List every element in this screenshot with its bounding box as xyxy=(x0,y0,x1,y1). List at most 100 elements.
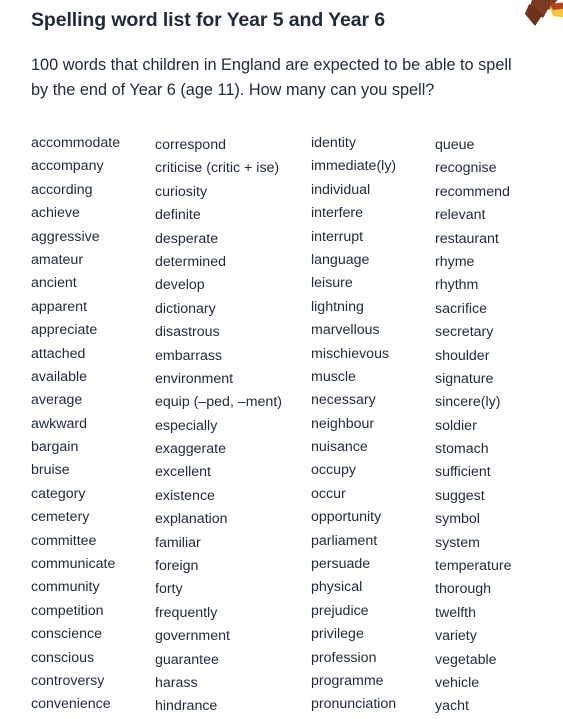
word-item: awkward xyxy=(31,415,87,432)
spelling-word-list: accommodate accompany according achieve aggr… xyxy=(0,132,563,719)
word-item: communicate xyxy=(31,556,116,573)
word-item: attached xyxy=(31,345,86,362)
word-item: pronunciation xyxy=(311,696,397,713)
word-item: achieve xyxy=(31,205,80,222)
word-item: definite xyxy=(155,207,201,224)
word-item: according xyxy=(31,181,93,198)
word-item: determined xyxy=(155,253,226,270)
word-item: profession xyxy=(311,649,377,666)
word-item: parliament xyxy=(311,532,378,549)
word-item: curiosity xyxy=(155,183,208,200)
word-item: accompany xyxy=(31,158,104,175)
page-subtitle: 100 words that children in England are e… xyxy=(31,56,512,99)
word-item: environment xyxy=(155,370,234,387)
word-item: amateur xyxy=(31,251,84,268)
word-item: category xyxy=(31,485,86,502)
word-item: lightning xyxy=(311,298,364,315)
word-item: soldier xyxy=(435,417,477,434)
word-item: neighbour xyxy=(311,415,375,432)
word-item: suggest xyxy=(435,487,485,504)
word-item: especially xyxy=(155,417,218,434)
word-item: cemetery xyxy=(31,509,90,526)
word-item: government xyxy=(155,628,230,645)
word-column-3: identity immediate(ly) individual interfere… xyxy=(311,132,435,719)
word-item: explanation xyxy=(155,511,228,528)
word-item: guarantee xyxy=(155,651,219,668)
word-item: symbol xyxy=(435,511,480,528)
word-item: correspond xyxy=(155,137,226,153)
word-item: twelfth xyxy=(435,604,477,621)
word-item: occur xyxy=(311,485,346,502)
word-item: foreign xyxy=(155,558,199,575)
word-item: equip (–ped, –ment) xyxy=(155,394,282,411)
word-item: desperate xyxy=(155,230,219,247)
word-item: system xyxy=(435,534,480,551)
word-item: ancient xyxy=(31,275,77,292)
word-item: sincere(ly) xyxy=(435,394,501,411)
word-item: yacht xyxy=(435,698,469,715)
word-item: individual xyxy=(311,181,371,198)
word-item: vehicle xyxy=(435,674,480,691)
page-header: Spelling word list for Year 5 and Year 6… xyxy=(0,0,563,102)
word-item: identity xyxy=(311,135,356,151)
word-item: rhythm xyxy=(435,277,479,294)
word-item: privilege xyxy=(311,626,364,643)
word-item: familiar xyxy=(155,534,201,551)
word-item: language xyxy=(311,251,370,268)
word-item: conscience xyxy=(31,626,102,643)
word-item: vegetable xyxy=(435,651,497,668)
word-item: programme xyxy=(311,672,384,689)
word-item: signature xyxy=(435,370,494,387)
word-item: leisure xyxy=(311,275,353,292)
word-item: harass xyxy=(155,674,198,691)
word-item: immediate(ly) xyxy=(311,158,397,175)
word-item: frequently xyxy=(155,604,218,621)
word-item: community xyxy=(31,579,100,596)
word-item: necessary xyxy=(311,392,376,409)
word-item: disastrous xyxy=(155,324,220,341)
word-item: forty xyxy=(155,581,183,598)
word-column-1: accommodate accompany according achieve aggr… xyxy=(31,132,155,719)
word-item: marvellous xyxy=(311,322,380,339)
word-item: criticise (critic + ise) xyxy=(155,160,280,177)
word-item: aggressive xyxy=(31,228,100,245)
word-item: interfere xyxy=(311,205,364,222)
word-item: restaurant xyxy=(435,230,499,247)
word-item: persuade xyxy=(311,556,371,573)
word-item: occupy xyxy=(311,462,356,479)
word-item: muscle xyxy=(311,368,356,385)
word-item: queue xyxy=(435,137,475,153)
word-item: embarrass xyxy=(155,347,223,364)
word-item: controversy xyxy=(31,672,105,689)
word-item: bargain xyxy=(31,439,79,456)
word-item: conscious xyxy=(31,649,95,666)
word-column-2: correspond criticise (critic + ise) curios… xyxy=(155,132,311,719)
word-item: competition xyxy=(31,602,104,619)
word-item: accommodate xyxy=(31,135,121,151)
word-item: available xyxy=(31,368,88,385)
word-item: bruise xyxy=(31,462,70,479)
word-item: committee xyxy=(31,532,97,549)
word-item: variety xyxy=(435,628,477,645)
word-item: thorough xyxy=(435,581,492,598)
word-item: average xyxy=(31,392,83,409)
word-item: apparent xyxy=(31,298,88,315)
word-column-4: queue recognise recommend relevant restauran… xyxy=(435,132,563,719)
word-item: interrupt xyxy=(311,228,364,245)
word-item: hindrance xyxy=(155,698,218,715)
word-item: dictionary xyxy=(155,300,216,317)
word-item: appreciate xyxy=(31,322,98,339)
word-item: excellent xyxy=(155,464,211,481)
word-item: opportunity xyxy=(311,509,382,526)
word-item: nuisance xyxy=(311,439,368,456)
page-title: Spelling word list for Year 5 and Year 6 xyxy=(31,9,385,31)
word-item: existence xyxy=(155,487,215,504)
word-item: sufficient xyxy=(435,464,491,481)
word-item: prejudice xyxy=(311,602,369,619)
word-item: mischievous xyxy=(311,345,390,362)
word-item: sacrifice xyxy=(435,300,488,317)
word-item: recognise xyxy=(435,160,497,177)
word-item: develop xyxy=(155,277,205,294)
word-item: convenience xyxy=(31,696,111,713)
word-item: relevant xyxy=(435,207,486,224)
